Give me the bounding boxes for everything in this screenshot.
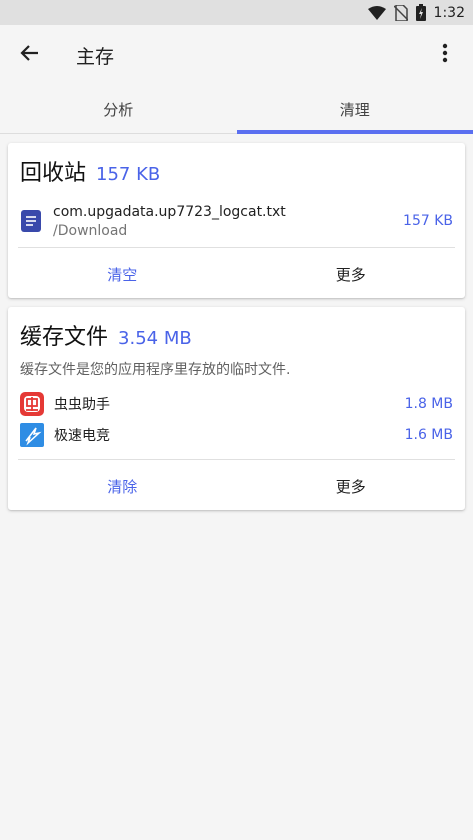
page-title: 主存 [76,45,115,68]
cache-app-row[interactable]: 极速电竞 1.6 MB [20,422,453,448]
cache-more-button[interactable]: 更多 [237,476,466,497]
recycle-bin-size: 157 KB [96,164,161,185]
tab-analysis-label: 分析 [103,100,134,119]
jisu-esports-app-icon [20,423,44,447]
file-name: com.upgadata.up7723_logcat.txt [53,203,286,220]
cache-size: 3.54 MB [118,328,192,349]
recycle-bin-card: 回收站 157 KB com.upgadata.up7723_logcat.tx… [8,143,465,298]
file-path: /Download [53,222,128,239]
app-cache-size: 1.8 MB [404,396,453,412]
text-file-icon [20,209,42,233]
tab-cleanup[interactable]: 清理 [236,85,473,134]
chongchong-app-icon [20,392,44,416]
wifi-icon [367,5,386,20]
recycle-bin-header: 回收站 157 KB [8,155,172,187]
empty-recycle-bin-button[interactable]: 清空 [8,264,237,285]
app-name: 虫虫助手 [54,397,110,413]
recycle-bin-actions: 清空 更多 [8,264,465,285]
battery-charging-icon [415,4,426,21]
divider [18,459,455,460]
cache-description: 缓存文件是您的应用程序里存放的临时文件. [20,362,291,378]
recycle-bin-file-row[interactable]: com.upgadata.up7723_logcat.txt /Download… [20,201,453,241]
cache-card: 缓存文件 3.54 MB 缓存文件是您的应用程序里存放的临时文件. 虫虫助手 1… [8,307,465,510]
more-vert-icon [442,43,448,67]
status-bar: 1:32 [0,0,473,25]
cache-app-row[interactable]: 虫虫助手 1.8 MB [20,391,453,417]
arrow-back-icon [20,43,40,67]
divider [18,247,455,248]
app-bar: 主存 [0,25,473,85]
cache-actions: 清除 更多 [8,476,465,497]
more-options-button[interactable] [425,35,465,75]
status-time: 1:32 [433,4,465,21]
tab-analysis[interactable]: 分析 [0,85,237,133]
tab-cleanup-label: 清理 [339,100,370,119]
no-sim-icon [393,4,408,21]
recycle-bin-more-button[interactable]: 更多 [237,264,466,285]
file-size: 157 KB [403,213,453,229]
app-cache-size: 1.6 MB [404,427,453,443]
back-button[interactable] [0,25,60,85]
clear-cache-button[interactable]: 清除 [8,476,237,497]
recycle-bin-title: 回收站 [20,161,87,186]
app-name: 极速电竞 [54,428,110,444]
cache-title: 缓存文件 [20,325,109,350]
tab-bar: 分析 清理 [0,85,473,134]
cache-header: 缓存文件 3.54 MB [8,319,204,351]
